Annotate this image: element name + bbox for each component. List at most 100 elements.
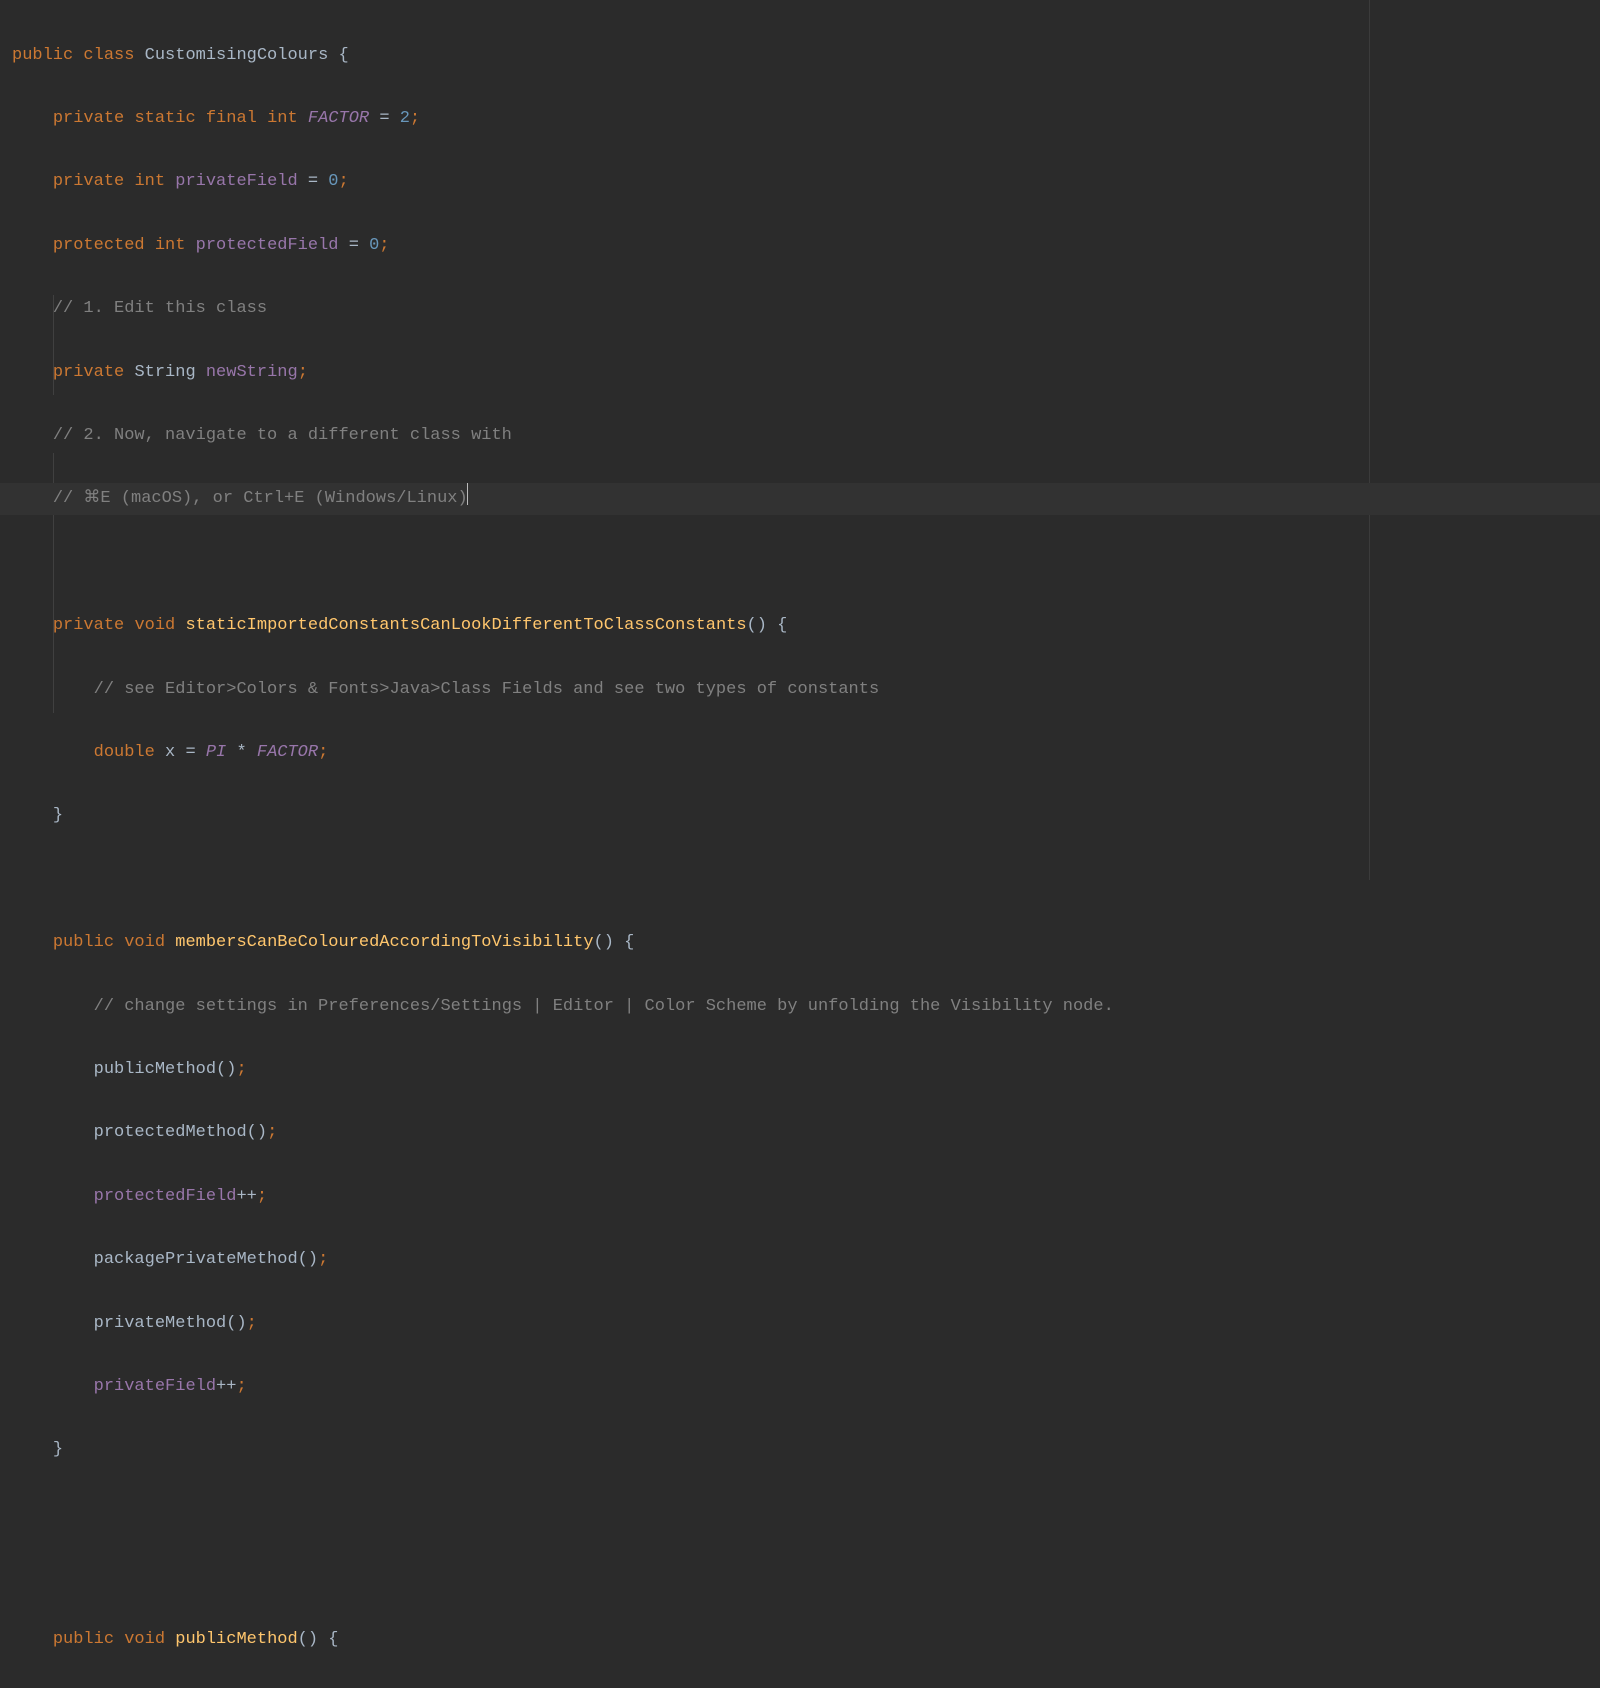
constant-ref: PI	[206, 743, 226, 762]
code-editor[interactable]: public class CustomisingColours { privat…	[0, 0, 1600, 1688]
method-call: privateMethod	[94, 1314, 227, 1333]
code-line[interactable]: }	[0, 1434, 1600, 1466]
method-call: publicMethod	[94, 1060, 216, 1079]
equals: =	[308, 172, 318, 191]
semicolon: ;	[318, 743, 328, 762]
method-name: membersCanBeColouredAccordingToVisibilit…	[175, 933, 593, 952]
code-line[interactable]: privateMethod();	[0, 1308, 1600, 1340]
keyword-public: public	[12, 46, 73, 65]
code-line[interactable]: // 1. Edit this class	[0, 293, 1600, 325]
semicolon: ;	[338, 172, 348, 191]
semicolon: ;	[236, 1377, 246, 1396]
semicolon: ;	[379, 236, 389, 255]
keyword-private: private	[53, 616, 124, 635]
keyword-int: int	[134, 172, 165, 191]
number-literal: 0	[369, 236, 379, 255]
keyword-private: private	[53, 109, 124, 128]
right-margin-line	[1369, 0, 1370, 880]
equals: =	[379, 109, 389, 128]
field-ref: privateField	[94, 1377, 216, 1396]
parens: ()	[747, 616, 767, 635]
method-name: staticImportedConstantsCanLookDifferentT…	[185, 616, 746, 635]
method-call: protectedMethod	[94, 1123, 247, 1142]
parens: ()	[216, 1060, 236, 1079]
code-line[interactable]: packagePrivateMethod();	[0, 1244, 1600, 1276]
code-line[interactable]: // 2. Now, navigate to a different class…	[0, 420, 1600, 452]
code-line[interactable]	[0, 547, 1600, 579]
semicolon: ;	[298, 363, 308, 382]
code-line[interactable]: privateField++;	[0, 1371, 1600, 1403]
brace: {	[624, 933, 634, 952]
operator: ++	[216, 1377, 236, 1396]
field-name: protectedField	[196, 236, 339, 255]
code-line[interactable]: public void membersCanBeColouredAccordin…	[0, 927, 1600, 959]
comment: // ⌘E (macOS), or Ctrl+E (Windows/Linux)	[53, 489, 468, 508]
parens: ()	[247, 1123, 267, 1142]
field-name: privateField	[175, 172, 297, 191]
operator: ++	[236, 1187, 256, 1206]
brace: }	[53, 806, 63, 825]
code-line[interactable]: protected int protectedField = 0;	[0, 230, 1600, 262]
field-ref: protectedField	[94, 1187, 237, 1206]
parens: ()	[298, 1630, 318, 1649]
brace: {	[777, 616, 787, 635]
code-line[interactable]: // change settings in Preferences/Settin…	[0, 991, 1600, 1023]
keyword-private: private	[53, 172, 124, 191]
equals: =	[349, 236, 359, 255]
method-call: packagePrivateMethod	[94, 1250, 298, 1269]
comment: // see Editor>Colors & Fonts>Java>Class …	[94, 680, 880, 699]
method-name: publicMethod	[175, 1630, 297, 1649]
text-caret	[467, 483, 468, 505]
keyword-protected: protected	[53, 236, 145, 255]
brace: {	[328, 1630, 338, 1649]
code-line[interactable]: protectedMethod();	[0, 1117, 1600, 1149]
keyword-public: public	[53, 1630, 114, 1649]
code-line[interactable]: public class CustomisingColours {	[0, 40, 1600, 72]
code-line[interactable]: publicMethod();	[0, 1054, 1600, 1086]
semicolon: ;	[318, 1250, 328, 1269]
keyword-int: int	[267, 109, 298, 128]
type-name: String	[134, 363, 195, 382]
parens: ()	[594, 933, 614, 952]
code-line[interactable]: public void publicMethod() {	[0, 1624, 1600, 1656]
keyword-void: void	[124, 933, 165, 952]
brace: }	[53, 1440, 63, 1459]
keyword-void: void	[134, 616, 175, 635]
comment: // 1. Edit this class	[53, 299, 267, 318]
code-line[interactable]: private String newString;	[0, 357, 1600, 389]
constant-ref: FACTOR	[257, 743, 318, 762]
code-line[interactable]: }	[0, 800, 1600, 832]
keyword-public: public	[53, 933, 114, 952]
semicolon: ;	[267, 1123, 277, 1142]
code-line[interactable]: protectedField++;	[0, 1181, 1600, 1213]
keyword-double: double	[94, 743, 155, 762]
code-line[interactable]: private int privateField = 0;	[0, 166, 1600, 198]
parens: ()	[226, 1314, 246, 1333]
number-literal: 2	[400, 109, 410, 128]
code-line[interactable]: double x = PI * FACTOR;	[0, 737, 1600, 769]
comment: // 2. Now, navigate to a different class…	[53, 426, 512, 445]
code-line[interactable]	[0, 1498, 1600, 1530]
brace: {	[338, 46, 348, 65]
equals: =	[185, 743, 195, 762]
field-name: newString	[206, 363, 298, 382]
keyword-class: class	[83, 46, 134, 65]
code-line[interactable]	[0, 1561, 1600, 1593]
semicolon: ;	[410, 109, 420, 128]
class-name: CustomisingColours	[145, 46, 329, 65]
comment: // change settings in Preferences/Settin…	[94, 997, 1114, 1016]
keyword-private: private	[53, 363, 124, 382]
keyword-int: int	[155, 236, 186, 255]
keyword-void: void	[124, 1630, 165, 1649]
number-literal: 0	[328, 172, 338, 191]
parens: ()	[298, 1250, 318, 1269]
operator: *	[236, 743, 246, 762]
variable: x	[165, 743, 175, 762]
code-line-current[interactable]: // ⌘E (macOS), or Ctrl+E (Windows/Linux)	[0, 483, 1600, 515]
code-line[interactable]: // see Editor>Colors & Fonts>Java>Class …	[0, 674, 1600, 706]
semicolon: ;	[247, 1314, 257, 1333]
keyword-static: static	[134, 109, 195, 128]
semicolon: ;	[257, 1187, 267, 1206]
code-line[interactable]: private void staticImportedConstantsCanL…	[0, 610, 1600, 642]
code-line[interactable]: private static final int FACTOR = 2;	[0, 103, 1600, 135]
